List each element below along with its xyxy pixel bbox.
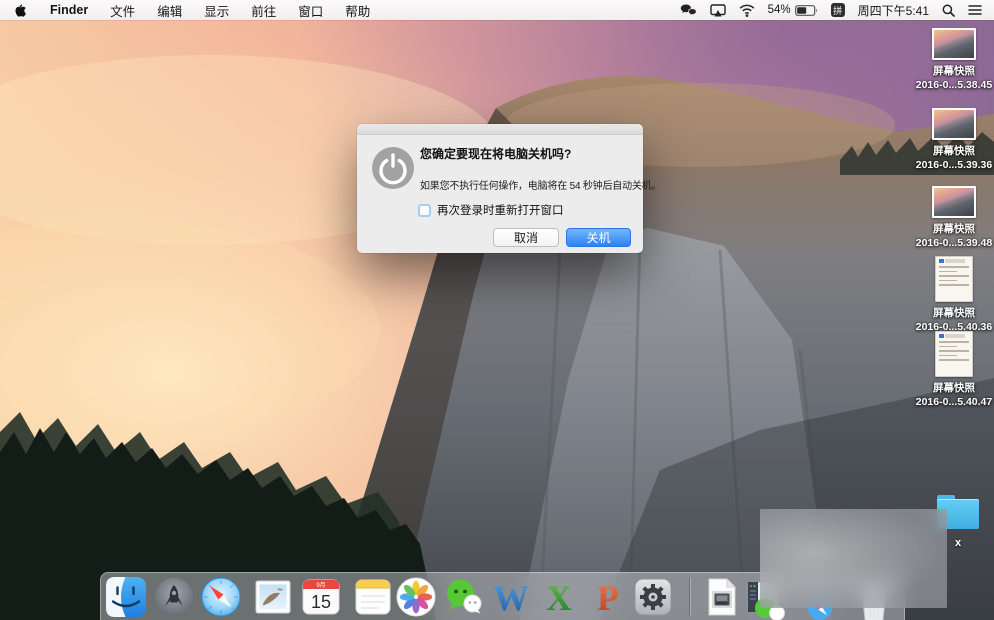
icon-label-line1: 屏幕快照 [916, 223, 992, 237]
menu-clock[interactable]: 周四下午5:41 [858, 2, 929, 19]
dialog-titlebar[interactable] [357, 124, 643, 135]
battery-indicator[interactable]: 54% [768, 4, 818, 16]
dock-launchpad-icon[interactable] [154, 577, 194, 617]
icon-label-line2: 2016-0...5.39.36 [916, 159, 992, 173]
desktop-icon-screenshot-1[interactable]: 屏幕快照 2016-0...5.38.45 [912, 28, 994, 92]
powerpoint-letter: P [597, 578, 619, 617]
icon-label-line2: 2016-0...5.40.47 [916, 396, 992, 410]
icon-label-line2: 2016-0...5.39.48 [916, 237, 992, 251]
dock-safari-icon[interactable] [201, 577, 241, 617]
excel-letter: X [546, 578, 572, 617]
icon-label-line1: 屏幕快照 [916, 145, 992, 159]
menu-file[interactable]: 文件 [99, 1, 146, 20]
dock-photos-icon[interactable] [396, 577, 436, 617]
dock-mail-icon[interactable] [253, 577, 293, 617]
battery-percent-label: 54% [768, 4, 791, 16]
desktop-icon-screenshot-3[interactable]: 屏幕快照 2016-0...5.39.48 [912, 186, 994, 250]
dock-notes-icon[interactable] [353, 577, 393, 617]
menu-edit[interactable]: 编辑 [146, 1, 193, 20]
icon-label-line1: 屏幕快照 [916, 307, 992, 321]
apple-menu[interactable] [0, 3, 39, 18]
wechat-status-icon[interactable] [680, 4, 697, 17]
dock-excel-icon[interactable]: X [539, 577, 579, 617]
dock-system-preferences-icon[interactable] [633, 577, 673, 617]
checkbox-label: 再次登录时重新打开窗口 [437, 202, 564, 218]
desktop-icon-screenshot-4[interactable]: 屏幕快照 2016-0...5.40.36 [912, 256, 994, 334]
icon-label-line1: 屏幕快照 [916, 65, 992, 79]
desktop-icon-screenshot-5[interactable]: 屏幕快照 2016-0...5.40.47 [912, 331, 994, 409]
display-airplay-icon[interactable] [710, 4, 726, 17]
dialog-message: 如果您不执行任何操作，电脑将在 54 秒钟后自动关机。 [420, 177, 661, 192]
apple-icon [14, 3, 27, 18]
dock-wechat-icon[interactable] [444, 577, 484, 617]
calendar-month: 9月 [316, 582, 325, 589]
desktop-icon-screenshot-2[interactable]: 屏幕快照 2016-0...5.39.36 [912, 108, 994, 172]
menu-bar: Finder 文件 编辑 显示 前往 窗口 帮助 [0, 0, 994, 20]
dock-divider [689, 578, 690, 616]
shutdown-button[interactable]: 关机 [566, 228, 631, 247]
screenshot-thumbnail [932, 108, 976, 140]
battery-icon [795, 5, 818, 16]
desktop-screen: Finder 文件 编辑 显示 前往 窗口 帮助 [0, 0, 994, 620]
power-icon [372, 147, 414, 189]
dock-word-icon[interactable]: W [491, 577, 531, 617]
dock-archive-document-icon[interactable] [701, 577, 741, 617]
word-letter: W [493, 578, 529, 617]
icon-label-line2: 2016-0...5.38.45 [916, 79, 992, 93]
screenshot-thumbnail [932, 186, 976, 218]
menu-window[interactable]: 窗口 [287, 1, 334, 20]
screenshot-thumbnail [932, 28, 976, 60]
notification-center-icon[interactable] [968, 4, 982, 16]
menu-go[interactable]: 前往 [240, 1, 287, 20]
icon-label-line1: 屏幕快照 [916, 382, 992, 396]
menu-app-name[interactable]: Finder [39, 3, 99, 17]
screenshot-thumbnail [935, 331, 973, 377]
reopen-windows-checkbox[interactable] [418, 204, 431, 217]
screenshot-thumbnail [935, 256, 973, 302]
dialog-title: 您确定要现在将电脑关机吗? [420, 145, 571, 162]
dock-calendar-icon[interactable]: 9月 15 [301, 577, 341, 617]
cancel-button[interactable]: 取消 [493, 228, 559, 247]
calendar-day: 15 [311, 592, 331, 612]
blurred-region [760, 509, 947, 608]
wifi-icon[interactable] [739, 4, 755, 17]
spotlight-search-icon[interactable] [942, 4, 955, 17]
menu-view[interactable]: 显示 [193, 1, 240, 20]
menu-help[interactable]: 帮助 [334, 1, 381, 20]
dock-finder-icon[interactable] [106, 577, 146, 617]
input-method-icon[interactable]: 拼 [831, 3, 845, 17]
dock-powerpoint-icon[interactable]: P [588, 577, 628, 617]
shutdown-dialog: 您确定要现在将电脑关机吗? 如果您不执行任何操作，电脑将在 54 秒钟后自动关机… [357, 124, 643, 253]
